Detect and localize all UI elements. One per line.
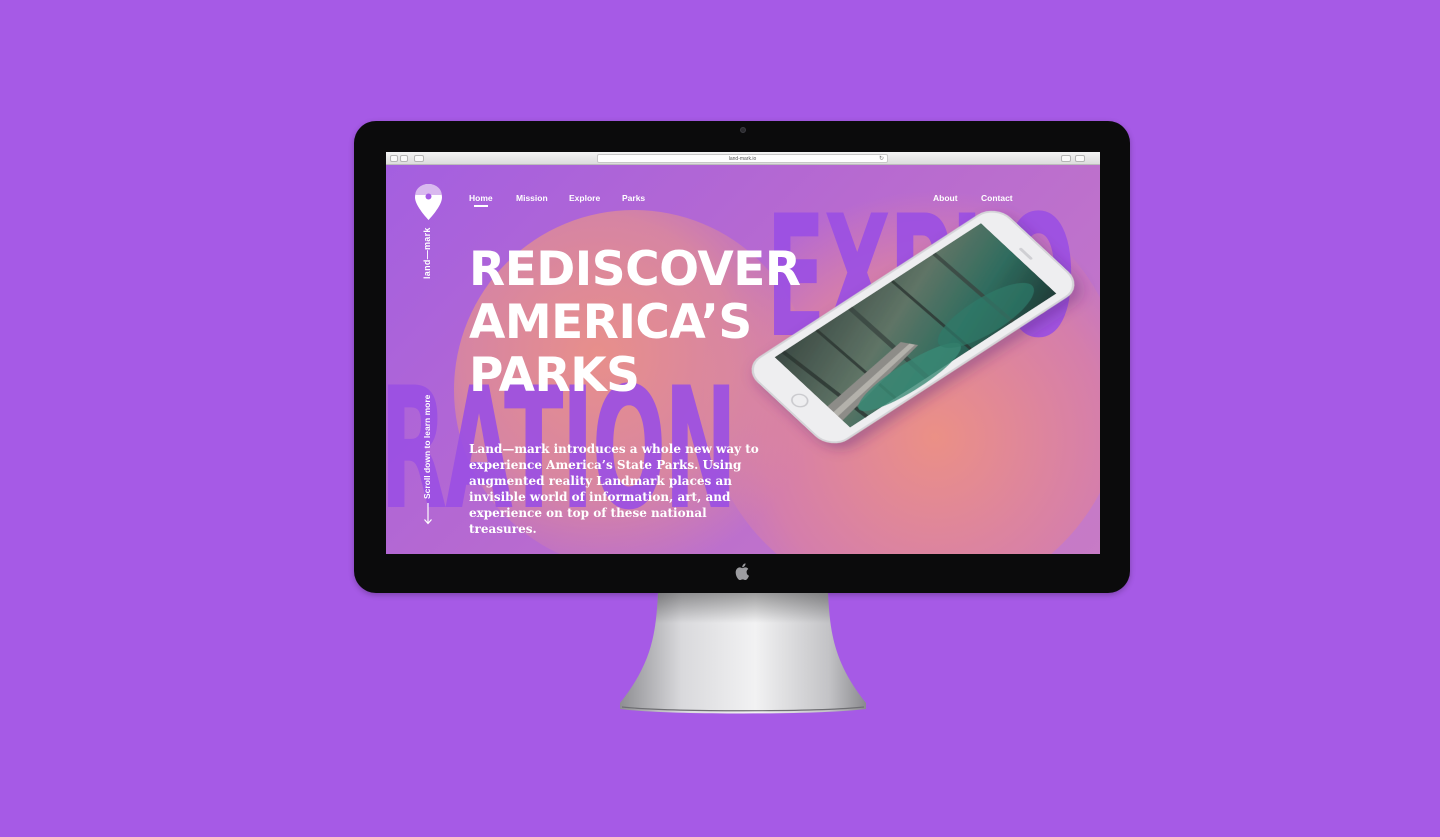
nav-home[interactable]: Home <box>469 193 493 203</box>
brand-name[interactable]: land—mark <box>422 227 432 279</box>
location-pin-icon[interactable] <box>415 184 442 220</box>
nav-about[interactable]: About <box>933 193 958 203</box>
landing-page: EXPLO RATION land—mark Home Mission Expl… <box>386 165 1100 554</box>
browser-toolbar: land-mark.io ↻ <box>386 152 1100 165</box>
imac-stand <box>620 593 866 714</box>
apple-logo-icon <box>730 563 754 583</box>
reload-icon[interactable]: ↻ <box>879 155 884 163</box>
share-icon[interactable] <box>1061 155 1071 162</box>
browser-window: land-mark.io ↻ EXPLO RATION land—mark Ho… <box>386 152 1100 554</box>
back-icon[interactable] <box>390 155 398 162</box>
nav-parks[interactable]: Parks <box>622 193 645 203</box>
active-nav-indicator <box>474 205 488 207</box>
nav-mission[interactable]: Mission <box>516 193 548 203</box>
sidebar-icon[interactable] <box>414 155 424 162</box>
camera <box>740 127 746 133</box>
forward-icon[interactable] <box>400 155 408 162</box>
tabs-icon[interactable] <box>1075 155 1085 162</box>
hero-title: REDISCOVER AMERICA’S PARKS <box>469 243 801 402</box>
phone-mockup <box>751 210 1075 444</box>
hero-title-line: PARKS <box>469 348 640 403</box>
hero-title-line: REDISCOVER <box>469 242 801 297</box>
address-bar[interactable]: land-mark.io ↻ <box>597 154 888 163</box>
hero-title-line: AMERICA’S <box>469 295 752 350</box>
nav-explore[interactable]: Explore <box>569 193 600 203</box>
scroll-hint[interactable]: Scroll down to learn more <box>422 395 432 499</box>
address-bar-url: land-mark.io <box>728 156 757 162</box>
nav-contact[interactable]: Contact <box>981 193 1013 203</box>
hero-description: Land—mark introduces a whole new way to … <box>469 442 759 536</box>
arrow-down-icon <box>424 503 432 525</box>
